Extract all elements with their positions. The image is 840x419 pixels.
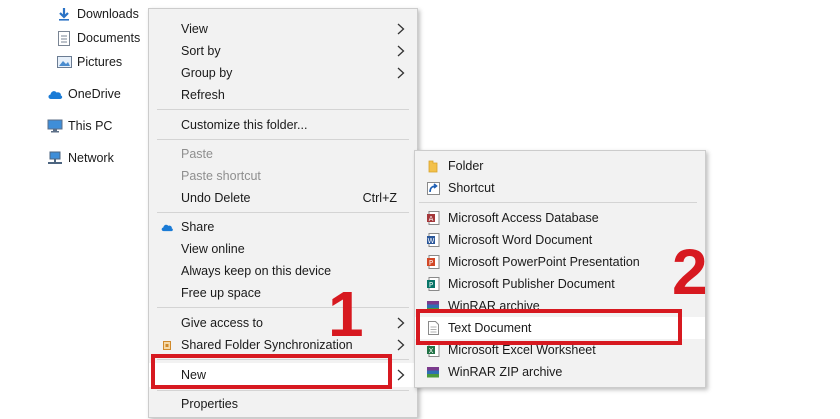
chevron-right-icon xyxy=(397,339,407,351)
submenu-item-publisher[interactable]: P Microsoft Publisher Document xyxy=(415,273,705,295)
menu-item-free-up-space[interactable]: Free up space xyxy=(149,282,417,304)
menu-separator xyxy=(419,202,697,203)
winrar-zip-icon xyxy=(425,364,441,380)
network-icon xyxy=(47,150,63,166)
svg-text:P: P xyxy=(428,281,432,289)
nav-item-downloads[interactable]: Downloads xyxy=(56,4,139,24)
svg-text:P: P xyxy=(428,259,432,267)
navigation-pane: Downloads Documents Pictures OneDrive Th… xyxy=(0,0,179,419)
menu-item-shared-folder-sync[interactable]: Shared Folder Synchronization xyxy=(149,334,417,356)
chevron-right-icon xyxy=(397,369,407,381)
submenu-item-folder[interactable]: Folder xyxy=(415,155,705,177)
menu-item-refresh[interactable]: Refresh xyxy=(149,84,417,106)
menu-item-always-keep[interactable]: Always keep on this device xyxy=(149,260,417,282)
menu-item-paste-shortcut: Paste shortcut xyxy=(181,169,261,183)
new-submenu: Folder Shortcut A Microsoft Access Datab… xyxy=(414,150,706,388)
submenu-item-powerpoint[interactable]: P Microsoft PowerPoint Presentation xyxy=(415,251,705,273)
highlight-new-box xyxy=(151,354,392,389)
pictures-icon xyxy=(56,54,72,70)
powerpoint-icon: P xyxy=(425,254,441,270)
submenu-item-shortcut[interactable]: Shortcut xyxy=(415,177,705,199)
chevron-right-icon xyxy=(397,23,407,35)
menu-separator xyxy=(157,307,409,308)
submenu-item-winrar-zip[interactable]: WinRAR ZIP archive xyxy=(415,361,705,383)
word-icon: W xyxy=(425,232,441,248)
menu-item-properties[interactable]: Properties xyxy=(149,393,417,415)
onedrive-cloud-icon xyxy=(159,219,175,235)
menu-separator xyxy=(157,109,409,110)
svg-text:W: W xyxy=(427,237,434,245)
publisher-icon: P xyxy=(425,276,441,292)
menu-item-customize-folder[interactable]: Customize this folder... xyxy=(149,114,417,136)
submenu-item-access[interactable]: A Microsoft Access Database xyxy=(415,207,705,229)
step-number-1: 1 xyxy=(328,278,364,350)
submenu-item-word[interactable]: W Microsoft Word Document xyxy=(415,229,705,251)
chevron-right-icon xyxy=(397,45,407,57)
download-arrow-icon xyxy=(56,6,72,22)
shortcut-icon xyxy=(425,180,441,196)
nav-item-this-pc[interactable]: This PC xyxy=(47,116,112,136)
menu-separator xyxy=(157,139,409,140)
menu-item-paste: Paste xyxy=(181,147,213,161)
nav-label: Network xyxy=(68,151,114,165)
chevron-right-icon xyxy=(397,67,407,79)
nav-label: OneDrive xyxy=(68,87,121,101)
nav-item-network[interactable]: Network xyxy=(47,148,114,168)
menu-item-undo-delete[interactable]: Undo Delete Ctrl+Z xyxy=(149,187,417,209)
highlight-text-document-box xyxy=(416,309,682,345)
chevron-right-icon xyxy=(397,317,407,329)
shortcut-text: Ctrl+Z xyxy=(362,191,397,205)
svg-text:X: X xyxy=(428,347,433,355)
menu-item-view-online[interactable]: View online xyxy=(149,238,417,260)
nav-label: Downloads xyxy=(77,7,139,21)
access-icon: A xyxy=(425,210,441,226)
sync-folder-icon xyxy=(159,337,175,353)
menu-separator xyxy=(157,390,409,391)
nav-item-documents[interactable]: Documents xyxy=(56,28,140,48)
nav-label: This PC xyxy=(68,119,113,133)
step-number-2: 2 xyxy=(672,236,708,308)
menu-item-give-access[interactable]: Give access to xyxy=(149,312,417,334)
document-icon xyxy=(56,30,72,46)
menu-item-group-by[interactable]: Group by xyxy=(149,62,417,84)
menu-separator xyxy=(157,212,409,213)
svg-text:A: A xyxy=(428,215,433,223)
nav-label: Documents xyxy=(77,31,141,45)
menu-item-sort-by[interactable]: Sort by xyxy=(149,40,417,62)
nav-item-onedrive[interactable]: OneDrive xyxy=(47,84,121,104)
nav-label: Pictures xyxy=(77,55,123,69)
folder-icon xyxy=(425,158,441,174)
menu-item-share[interactable]: Share xyxy=(149,216,417,238)
nav-item-pictures[interactable]: Pictures xyxy=(56,52,122,72)
menu-item-view[interactable]: View xyxy=(149,18,417,40)
computer-icon xyxy=(47,118,63,134)
cloud-icon xyxy=(47,86,63,102)
